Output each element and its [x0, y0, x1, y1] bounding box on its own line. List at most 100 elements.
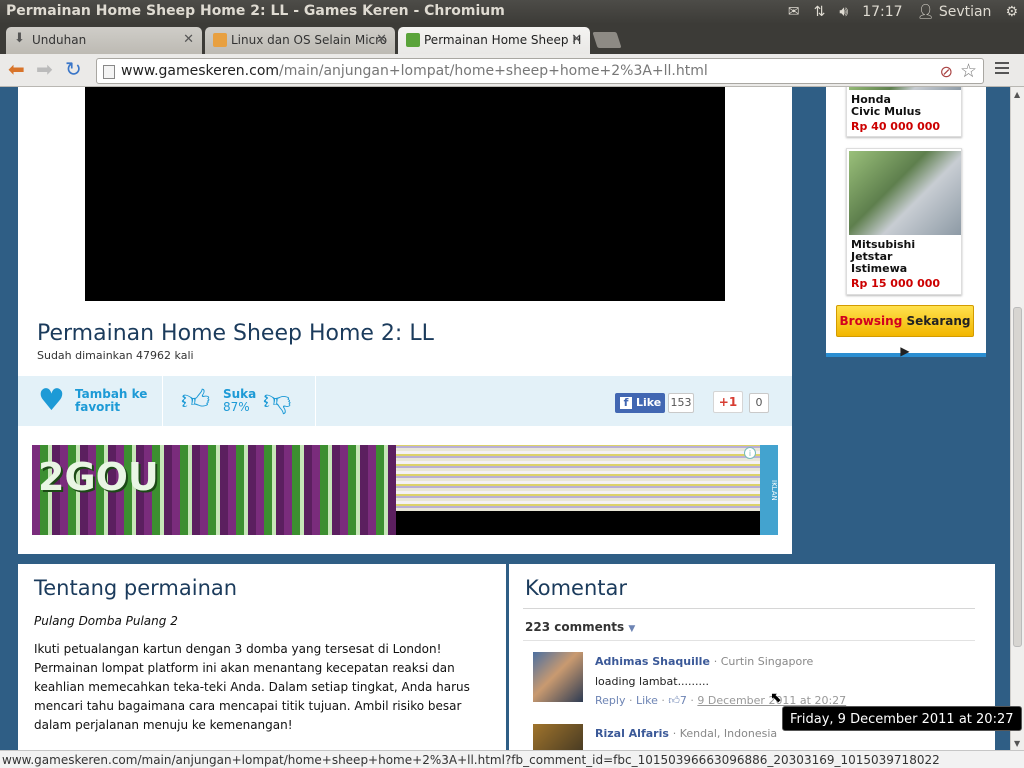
gplus-count: 0 — [749, 393, 769, 413]
web-page: Permainan Home Sheep Home 2: LL Sudah di… — [0, 87, 1010, 750]
avatar[interactable] — [533, 724, 583, 750]
like-percent: 87% — [223, 400, 250, 414]
scroll-up-icon[interactable]: ▲ — [1014, 90, 1020, 99]
ad-graphic — [396, 445, 760, 511]
about-heading: Tentang permainan — [34, 576, 238, 600]
car-name: Honda Civic Mulus — [851, 93, 922, 118]
gameskeren-favicon — [406, 33, 420, 47]
reload-icon[interactable]: ↻ — [65, 59, 82, 79]
action-bar: ♥ Tambah ke favorit 👍︎ Suka 87% 👎︎ f Like… — [18, 376, 792, 426]
network-icon[interactable]: ⇅ — [814, 4, 826, 20]
new-tab-button[interactable] — [592, 32, 622, 48]
sidebar-ads: Honda Civic Mulus Rp 40 000 000 Mitsubis… — [826, 87, 986, 358]
ad-banner[interactable]: 2GOU i IKLAN — [32, 445, 778, 535]
browser-toolbar: ⬅ ➡ ↻ www.gameskeren.com/main/anjungan+l… — [0, 54, 1024, 87]
scrollbar-thumb[interactable] — [1013, 307, 1022, 647]
gplus-label: +1 — [718, 395, 738, 409]
menu-icon[interactable] — [995, 62, 1009, 77]
car-image — [849, 151, 961, 235]
page-icon — [103, 65, 115, 79]
thumbs-up-icon[interactable]: 👍︎ — [181, 385, 210, 415]
play-count: Sudah dimainkan 47962 kali — [37, 349, 194, 362]
divider — [523, 640, 975, 641]
comment-count-label: 223 comments — [525, 620, 625, 634]
url-domain: www.gameskeren.com — [121, 63, 280, 79]
game-panel: Permainan Home Sheep Home 2: LL Sudah di… — [18, 87, 792, 554]
date-tooltip: Friday, 9 December 2011 at 20:27 — [782, 706, 1022, 731]
clock[interactable]: 17:17 — [862, 4, 902, 20]
window-title: Permainan Home Sheep Home 2: LL - Games … — [6, 3, 505, 19]
about-section: Tentang permainan Pulang Domba Pulang 2 … — [18, 564, 506, 750]
car-price: Rp 15 000 000 — [851, 277, 941, 290]
user-menu[interactable]: 👤︎ Sevtian — [917, 4, 992, 20]
author-name: Adhimas Shaquille — [595, 655, 710, 668]
fb-like-label: Like — [636, 396, 662, 409]
ad-logo: 2GOU — [38, 455, 159, 499]
rating-group: 👍︎ Suka 87% 👎︎ — [163, 376, 316, 426]
comment: Adhimas Shaquille · Curtin Singapore loa… — [533, 652, 973, 708]
ad-tag: IKLAN — [760, 445, 778, 535]
game-title: Permainan Home Sheep Home 2: LL — [37, 321, 434, 346]
site-favicon — [213, 33, 227, 47]
download-icon: ⬇ — [14, 31, 25, 46]
ad-image: 2GOU — [32, 445, 396, 535]
car-name: Mitsubishi Jetstar Istimewa — [851, 238, 916, 275]
fb-like-count: 153 — [668, 393, 694, 413]
tab-linux[interactable]: Linux dan OS Selain Micro ✕ — [205, 27, 395, 54]
avatar[interactable] — [533, 652, 583, 702]
comment-author[interactable]: Adhimas Shaquille · Curtin Singapore — [595, 655, 813, 668]
author-location: · Kendal, Indonesia — [672, 727, 778, 740]
browse-label-red: Browsing — [839, 314, 903, 328]
tab-label: Permainan Home Sheep H — [424, 33, 582, 47]
comments-heading: Komentar — [525, 576, 627, 600]
divider — [523, 608, 975, 609]
url-text[interactable]: www.gameskeren.com/main/anjungan+lompat/… — [121, 63, 708, 79]
info-icon[interactable]: i — [744, 447, 756, 459]
comment-count[interactable]: 223 comments ▼ — [525, 620, 635, 634]
tab-gameskeren[interactable]: Permainan Home Sheep H ✕ — [398, 27, 590, 54]
browser-window: Permainan Home Sheep Home 2: LL - Games … — [0, 0, 1024, 768]
car-ad[interactable]: Mitsubishi Jetstar Istimewa Rp 15 000 00… — [846, 148, 962, 295]
car-price: Rp 40 000 000 — [851, 120, 941, 133]
tab-strip: ⬇ Unduhan ✕ Linux dan OS Selain Micro ✕ … — [0, 24, 1024, 54]
close-icon[interactable]: ✕ — [376, 32, 387, 47]
tab-unduhan[interactable]: ⬇ Unduhan ✕ — [6, 27, 202, 54]
mail-icon[interactable]: ✉ — [788, 4, 800, 20]
browse-label: Sekarang ▶ — [900, 314, 971, 358]
like-count-icon: 👍︎ — [668, 694, 680, 707]
user-name: Sevtian — [938, 4, 992, 20]
system-tray: ✉ ⇅ 🔊︎ 17:17 👤︎ Sevtian ⚙ — [788, 0, 1018, 24]
tab-label: Unduhan — [32, 33, 87, 47]
author-name: Rizal Alfaris — [595, 727, 669, 740]
address-bar[interactable]: www.gameskeren.com/main/anjungan+lompat/… — [96, 58, 984, 84]
like-link[interactable]: Like — [636, 694, 658, 707]
author-location: · Curtin Singapore — [713, 655, 814, 668]
volume-icon[interactable]: 🔊︎ — [839, 4, 848, 20]
comment-text: loading lambat......... — [595, 675, 710, 688]
user-icon: 👤︎ — [916, 4, 935, 20]
car-ad[interactable]: Honda Civic Mulus Rp 40 000 000 — [846, 87, 962, 137]
ubuntu-top-panel: Permainan Home Sheep Home 2: LL - Games … — [0, 0, 1024, 24]
vertical-scrollbar[interactable]: ▲ ▼ — [1010, 87, 1024, 750]
gear-icon[interactable]: ⚙ — [1005, 4, 1018, 20]
like-count: 7 — [679, 694, 687, 707]
chevron-down-icon: ▼ — [628, 624, 636, 634]
scroll-down-icon[interactable]: ▼ — [1014, 739, 1020, 748]
google-plus-button[interactable]: +1 — [713, 391, 743, 413]
forward-icon[interactable]: ➡ — [36, 59, 53, 79]
reply-link[interactable]: Reply — [595, 694, 625, 707]
facebook-like-button[interactable]: f Like — [615, 393, 665, 413]
game-player[interactable] — [85, 87, 725, 301]
close-icon[interactable]: ✕ — [183, 32, 194, 47]
favorite-label: Tambah ke favorit — [75, 387, 148, 414]
facebook-icon: f — [620, 397, 632, 409]
browse-now-button[interactable]: Browsing Sekarang ▶ — [836, 305, 974, 358]
close-icon[interactable]: ✕ — [571, 32, 582, 47]
thumbs-down-icon[interactable]: 👎︎ — [263, 385, 291, 415]
favorite-button[interactable]: ♥ Tambah ke favorit — [18, 376, 163, 426]
cookie-blocked-icon[interactable]: ⊘ — [940, 62, 953, 81]
comment-author[interactable]: Rizal Alfaris · Kendal, Indonesia — [595, 727, 777, 740]
bookmark-star-icon[interactable]: ☆ — [960, 60, 977, 82]
about-text: Ikuti petualangan kartun dengan 3 domba … — [34, 642, 470, 732]
back-icon[interactable]: ⬅ — [8, 59, 25, 79]
